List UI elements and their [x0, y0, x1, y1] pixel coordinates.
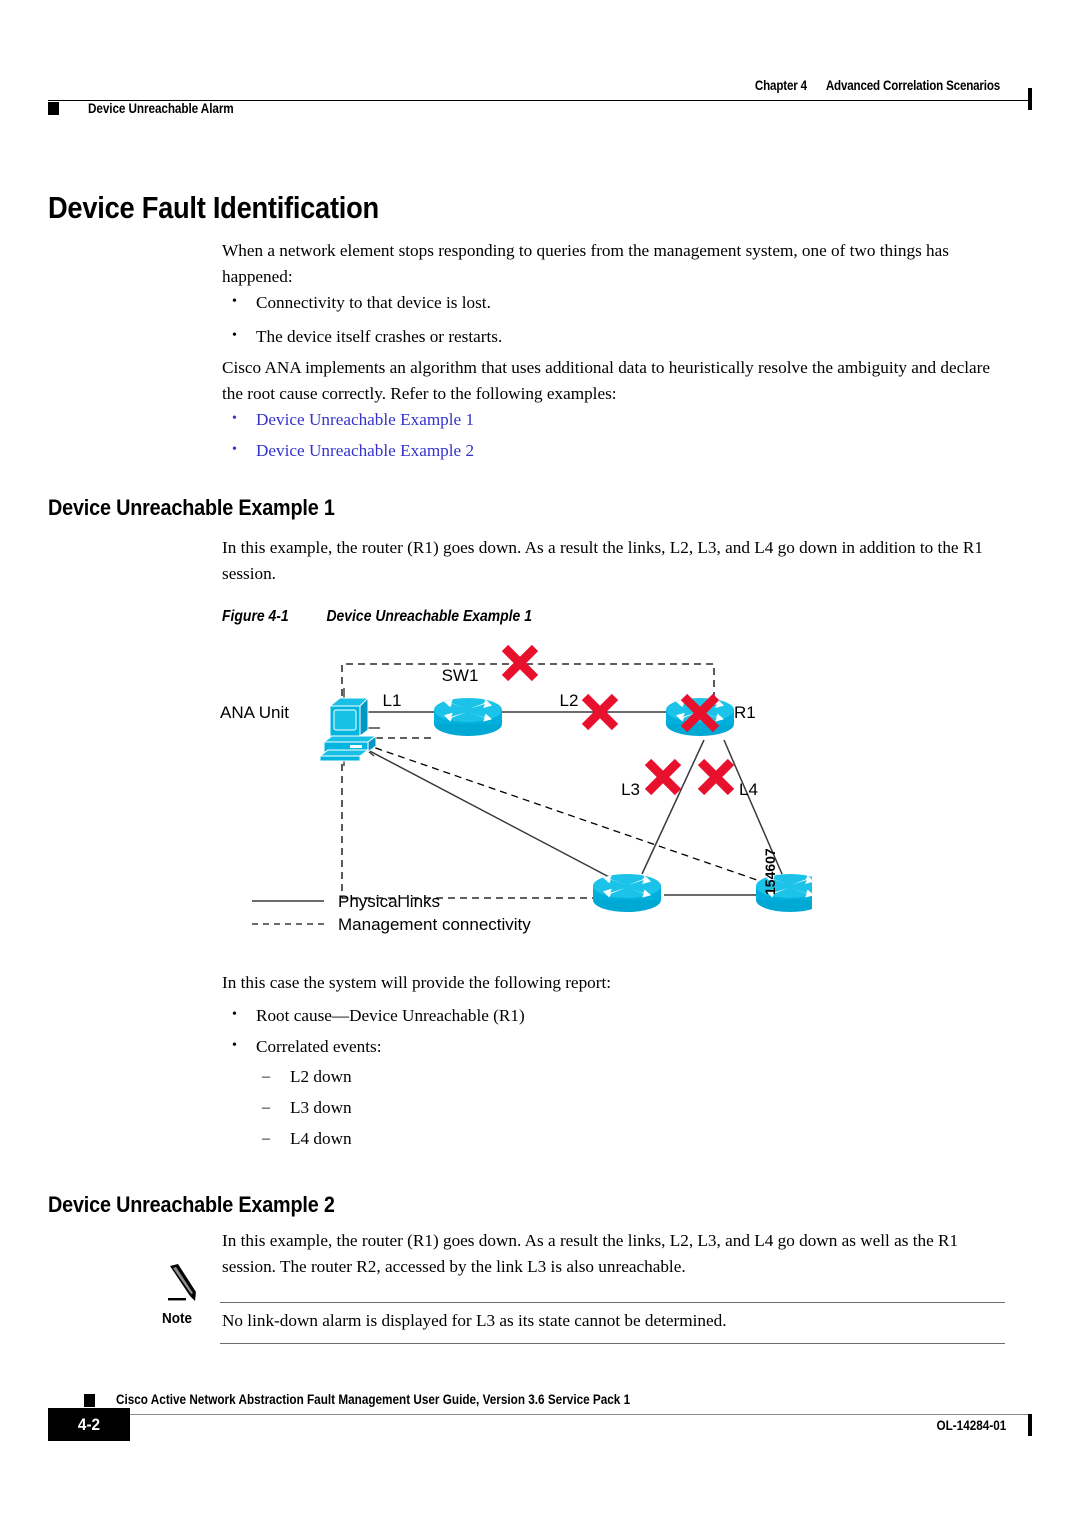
network-diagram: ANA Unit SW1 R1 L1 L2 L3 L4 Physical lin…	[212, 640, 812, 945]
list-item: L4 down	[262, 1126, 1002, 1152]
header-running-head: Device Unreachable Alarm	[88, 101, 234, 116]
fault-x-l4	[697, 758, 735, 796]
report-intro-text: In this case the system will provide the…	[222, 973, 612, 992]
footer-rule	[48, 1414, 1032, 1416]
legend-label-management: Management connectivity	[338, 915, 531, 934]
footer-page-number: 4-2	[77, 1415, 101, 1434]
report-bullet-list-2: Correlated events:	[230, 1033, 1010, 1060]
example-1-intro: In this example, the router (R1) goes do…	[222, 535, 1004, 586]
report-bullet-list: Root cause—Device Unreachable (R1)	[230, 1002, 1010, 1029]
legend-label-physical: Physical links	[338, 892, 440, 911]
correlated-event-l2: L2 down	[262, 1064, 1002, 1090]
figure-title: Device Unreachable Example 1	[326, 608, 532, 625]
list-item: L2 down	[262, 1064, 1002, 1090]
label-l3: L3	[621, 780, 640, 799]
intro-paragraph: When a network element stops responding …	[222, 238, 1004, 289]
page-footer: Cisco Active Network Abstraction Fault M…	[48, 1392, 1032, 1462]
cause-bullet-list: Connectivity to that device is lost.	[230, 289, 1010, 316]
heading-example-2: Device Unreachable Example 2	[48, 1192, 335, 1217]
intro-paragraph-text: When a network element stops responding …	[222, 241, 949, 286]
document-page: Chapter 4 Advanced Correlation Scenarios …	[0, 0, 1080, 1528]
header-chapter-label: Chapter 4	[754, 78, 807, 93]
header-square-marker	[48, 102, 59, 115]
correlated-event-l4: L4 down	[262, 1126, 1002, 1152]
example-2-intro-text: In this example, the router (R1) goes do…	[222, 1231, 959, 1276]
physical-links	[360, 711, 783, 896]
note-rule-top	[220, 1302, 1005, 1304]
fault-marks	[501, 644, 735, 796]
footer-guide-title: Cisco Active Network Abstraction Fault M…	[116, 1392, 631, 1407]
figure-id-number: 154607	[762, 848, 778, 895]
link-device-unreachable-example-1[interactable]: Device Unreachable Example 1	[230, 406, 1010, 433]
ana-unit-icon	[318, 688, 380, 766]
note-label: Note	[162, 1310, 193, 1327]
label-ana-unit: ANA Unit	[220, 703, 289, 722]
list-item: Connectivity to that device is lost.	[230, 289, 1010, 316]
example-link-list-2: Device Unreachable Example 2	[230, 437, 1010, 464]
label-l1: L1	[383, 691, 402, 710]
label-r1: R1	[734, 703, 756, 722]
page-header: Chapter 4 Advanced Correlation Scenarios …	[48, 78, 1032, 128]
list-item: The device itself crashes or restarts.	[230, 323, 1010, 350]
r2-device-icon	[593, 874, 661, 912]
pencil-icon	[166, 1264, 202, 1302]
example-1-intro-text: In this example, the router (R1) goes do…	[222, 538, 983, 583]
link-device-unreachable-example-2[interactable]: Device Unreachable Example 2	[230, 437, 1010, 464]
example-link-list: Device Unreachable Example 1	[230, 406, 1010, 433]
label-l2: L2	[560, 691, 579, 710]
report-intro: In this case the system will provide the…	[222, 970, 1004, 996]
header-chapter-info: Chapter 4 Advanced Correlation Scenarios	[755, 78, 1000, 93]
fault-x-l3	[644, 758, 682, 796]
list-item: Root cause—Device Unreachable (R1)	[230, 1002, 1010, 1029]
fault-x-management	[501, 644, 539, 682]
figure-label: Figure 4-1	[222, 608, 289, 625]
page-title: Device Fault Identification	[48, 190, 379, 225]
note-text: No link-down alarm is displayed for L3 a…	[222, 1311, 727, 1330]
footer-square-marker	[84, 1394, 95, 1407]
header-chapter-title: Advanced Correlation Scenarios	[825, 78, 1000, 93]
heading-example-1: Device Unreachable Example 1	[48, 495, 335, 520]
footer-doc-id: OL-14284-01	[936, 1418, 1006, 1433]
note-rule-bottom	[220, 1343, 1005, 1345]
label-sw1: SW1	[442, 666, 479, 685]
sw1-device-icon	[434, 698, 502, 736]
figure-caption: Figure 4-1 Device Unreachable Example 1	[222, 608, 532, 626]
header-end-bar	[1028, 88, 1032, 110]
example-2-intro: In this example, the router (R1) goes do…	[222, 1228, 1004, 1279]
list-item: Correlated events:	[230, 1033, 1010, 1060]
algorithm-paragraph: Cisco ANA implements an algorithm that u…	[222, 355, 1004, 406]
list-item: L3 down	[262, 1095, 1002, 1121]
label-l4: L4	[739, 780, 758, 799]
correlated-event-l3: L3 down	[262, 1095, 1002, 1121]
cause-bullet-list-2: The device itself crashes or restarts.	[230, 323, 1010, 350]
footer-end-bar	[1028, 1414, 1032, 1436]
algorithm-paragraph-text: Cisco ANA implements an algorithm that u…	[222, 358, 990, 403]
note-block: Note No link-down alarm is displayed for…	[160, 1264, 1005, 1354]
